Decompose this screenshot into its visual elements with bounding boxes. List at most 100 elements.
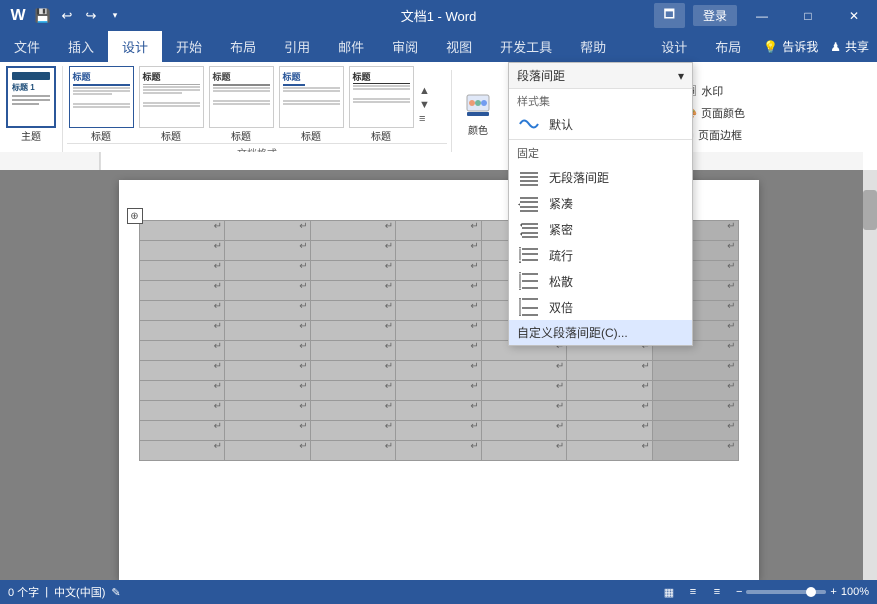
paragraph-spacing-dropdown: 段落间距 ▾ 样式集 默认 固定 无段落间距	[508, 62, 693, 346]
table-cell: ↵	[225, 381, 311, 401]
dropdown-relaxed-label: 松散	[549, 273, 573, 290]
style-previews: 标题 标题 标题	[67, 66, 447, 143]
s4b4	[283, 103, 340, 105]
style-label-2: 标题	[161, 128, 181, 143]
theme-preview-line2	[12, 99, 50, 101]
s5b3	[353, 98, 410, 100]
table-cell: ↵	[225, 281, 311, 301]
style-item-4[interactable]: 标题 标题	[277, 66, 345, 143]
tab-developer[interactable]: 开发工具	[486, 31, 566, 62]
style-item-2[interactable]: 标题 标题	[137, 66, 205, 143]
dropdown-item-tight[interactable]: 紧密	[509, 216, 692, 242]
s4b3	[283, 100, 340, 102]
style-scroll: ▲ ▼ ≡	[417, 66, 432, 143]
style-scroll-up[interactable]: ▲	[419, 85, 430, 97]
s3b1	[213, 87, 270, 89]
openline-icon	[517, 245, 541, 265]
tell-me-text[interactable]: 告诉我	[782, 38, 818, 55]
none-spacing-icon	[517, 167, 541, 187]
table-cell: ↵	[396, 321, 482, 341]
tab-references[interactable]: 引用	[270, 31, 324, 62]
table-cell: ↵	[225, 241, 311, 261]
tab-file[interactable]: 文件	[0, 31, 54, 62]
tab-view[interactable]: 视图	[432, 31, 486, 62]
theme-main-button[interactable]: 标题 1 主题	[6, 66, 56, 143]
table-cell: ↵	[310, 261, 396, 281]
style-preview-1-title: 标题	[73, 70, 130, 83]
dropdown-none-label: 无段落间距	[549, 169, 609, 186]
save-button[interactable]: 💾	[32, 5, 54, 27]
zoom-slider[interactable]	[746, 590, 826, 594]
colors-button[interactable]: 颜色	[456, 83, 500, 143]
tab-review[interactable]: 审阅	[378, 31, 432, 62]
tab-mailings[interactable]: 邮件	[324, 31, 378, 62]
zoom-minus-button[interactable]: −	[736, 586, 742, 598]
table-move-handle[interactable]: ⊕	[127, 208, 143, 224]
share-text[interactable]: 共享	[845, 38, 869, 55]
style-item-1[interactable]: 标题 标题	[67, 66, 135, 143]
table-cell: ↵	[396, 241, 482, 261]
tab-table-layout[interactable]: 布局	[701, 31, 755, 62]
dropdown-item-default[interactable]: 默认	[509, 111, 692, 137]
dropdown-double-label: 双倍	[549, 299, 573, 316]
minimize-button[interactable]: —	[739, 0, 785, 31]
zoom-thumb[interactable]	[806, 587, 816, 597]
table-cell: ↵	[139, 321, 225, 341]
login-button[interactable]: 登录	[693, 5, 737, 26]
table-cell: ↵	[396, 261, 482, 281]
redo-button[interactable]: ↪	[80, 5, 102, 27]
vertical-scrollbar[interactable]	[863, 170, 877, 580]
dropdown-item-compact[interactable]: 紧凑	[509, 190, 692, 216]
tab-insert[interactable]: 插入	[54, 31, 108, 62]
ribbon-minimize-icon[interactable]: 🗖	[654, 3, 685, 28]
maximize-button[interactable]: □	[785, 0, 831, 31]
table-cell: ↵	[139, 221, 225, 241]
dropdown-item-openline[interactable]: 疏行	[509, 242, 692, 268]
undo-button[interactable]: ↩	[56, 5, 78, 27]
table-cell: ↵	[481, 421, 567, 441]
table-cell: ↵	[310, 361, 396, 381]
scrollbar-thumb[interactable]	[863, 190, 877, 230]
dropdown-item-none[interactable]: 无段落间距	[509, 164, 692, 190]
print-view-button[interactable]: ▦	[658, 583, 680, 601]
tell-me-icon: 💡	[763, 40, 778, 54]
web-view-button[interactable]: ≡	[682, 583, 704, 601]
status-bar: 0 个字 | 中文(中国) ✎ ▦ ≡ ≡ − + 100%	[0, 580, 877, 604]
table-cell: ↵	[225, 341, 311, 361]
style-scroll-down[interactable]: ▼	[419, 99, 430, 111]
table-cell: ↵	[310, 401, 396, 421]
style-preview-1-body4	[73, 103, 130, 105]
style-item-3[interactable]: 标题 标题	[207, 66, 275, 143]
tab-table-design[interactable]: 设计	[647, 31, 701, 62]
style-scroll-more[interactable]: ≡	[419, 113, 430, 125]
table-cell: ↵	[225, 321, 311, 341]
theme-preview-title	[12, 72, 50, 80]
dropdown-item-relaxed[interactable]: 松散	[509, 268, 692, 294]
tab-layout[interactable]: 布局	[216, 31, 270, 62]
colors-label: 颜色	[468, 122, 488, 137]
tab-home[interactable]: 开始	[162, 31, 216, 62]
divider-1	[451, 70, 452, 156]
table-cell: ↵	[310, 281, 396, 301]
dropdown-custom-spacing[interactable]: 自定义段落间距(C)...	[509, 320, 692, 345]
read-view-button[interactable]: ≡	[706, 583, 728, 601]
dropdown-item-double[interactable]: 双倍	[509, 294, 692, 320]
account-bar: 🗖 登录	[654, 0, 737, 31]
word-icon: W	[8, 6, 28, 26]
ribbon-content: 标题 1 主题 标题	[0, 62, 877, 164]
dropdown-header: 段落间距 ▾	[509, 63, 692, 89]
tab-help[interactable]: 帮助	[566, 31, 620, 62]
close-button[interactable]: ✕	[831, 0, 877, 31]
table-cell: ↵	[396, 381, 482, 401]
table-cell: ↵	[396, 281, 482, 301]
page-color-label: 页面颜色	[701, 105, 745, 121]
style-item-5[interactable]: 标题 标题	[347, 66, 415, 143]
s2b5	[143, 105, 200, 107]
double-icon	[517, 297, 541, 317]
qa-dropdown-button[interactable]: ▾	[104, 5, 126, 27]
ribbon-group-theme: 标题 1 主题	[0, 66, 63, 160]
relaxed-icon	[517, 271, 541, 291]
tab-design[interactable]: 设计	[108, 31, 162, 62]
theme-items: 标题 1 主题	[6, 66, 56, 158]
zoom-plus-button[interactable]: +	[830, 586, 836, 598]
